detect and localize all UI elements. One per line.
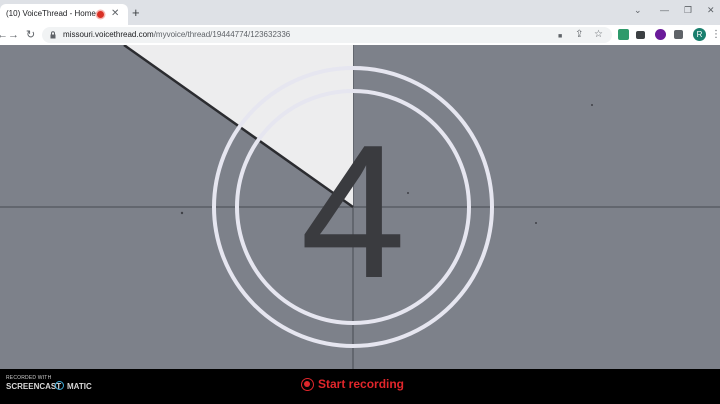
record-icon (301, 378, 314, 391)
voicethread-countdown-area: 4 (0, 45, 720, 369)
recording-indicator-icon (97, 11, 104, 18)
extension-purple-icon[interactable] (655, 29, 666, 40)
lock-icon (50, 31, 56, 39)
recorder-bar: RECORDED WITH SCREENCAST MATIC Start rec… (0, 369, 720, 404)
camera-icon[interactable]: ■ (558, 30, 562, 44)
film-speck (407, 192, 409, 194)
url-path: /myvoice/thread/19444774/123632336 (153, 30, 291, 39)
profile-avatar[interactable]: R (693, 28, 706, 41)
tab-close-icon[interactable]: ✕ (111, 7, 119, 21)
watermark-caption: RECORDED WITH (6, 375, 52, 381)
tab-title: (10) VoiceThread - Home (6, 9, 96, 18)
bookmark-star-icon[interactable]: ☆ (594, 28, 603, 42)
screencast-logo-icon (55, 381, 64, 390)
watermark-brand-left: SCREENCAST (6, 382, 62, 391)
browser-tab[interactable]: (10) VoiceThread - Home ✕ (0, 4, 128, 25)
countdown-graphic: 4 (0, 45, 720, 369)
browser-tab-strip: (10) VoiceThread - Home ✕ + ⌄ — ❐ ✕ (0, 0, 720, 25)
restore-button[interactable]: ❐ (684, 4, 692, 16)
film-speck (591, 104, 593, 106)
share-icon[interactable]: ⇪ (575, 28, 583, 42)
start-recording-button[interactable]: Start recording (301, 377, 413, 393)
new-tab-button[interactable]: + (132, 6, 140, 19)
extension-screen-icon[interactable] (636, 31, 645, 39)
back-icon[interactable]: ← (0, 28, 8, 42)
minimize-button[interactable]: — (660, 4, 669, 16)
film-speck (180, 211, 184, 215)
watermark-brand-right: MATIC (67, 382, 92, 391)
start-recording-label: Start recording (318, 377, 405, 391)
screen: (10) VoiceThread - Home ✕ + ⌄ — ❐ ✕ ← → … (0, 0, 720, 404)
countdown-number: 4 (300, 106, 406, 318)
url-host: missouri.voicethread.com (63, 30, 154, 39)
browser-menu-icon[interactable]: ⋮ (711, 28, 720, 42)
film-speck (535, 222, 537, 224)
extensions-puzzle-icon[interactable] (674, 30, 683, 39)
tab-search-icon[interactable]: ⌄ (634, 4, 642, 16)
url-text: missouri.voicethread.com/myvoice/thread/… (63, 30, 290, 39)
reload-icon[interactable]: ↻ (26, 28, 35, 42)
close-window-button[interactable]: ✕ (707, 4, 715, 16)
browser-toolbar: ← → ↻ missouri.voicethread.com/myvoice/t… (0, 25, 720, 46)
extension-green-icon[interactable] (618, 29, 629, 40)
address-bar[interactable]: missouri.voicethread.com/myvoice/thread/… (42, 27, 612, 43)
forward-icon[interactable]: → (8, 28, 19, 42)
